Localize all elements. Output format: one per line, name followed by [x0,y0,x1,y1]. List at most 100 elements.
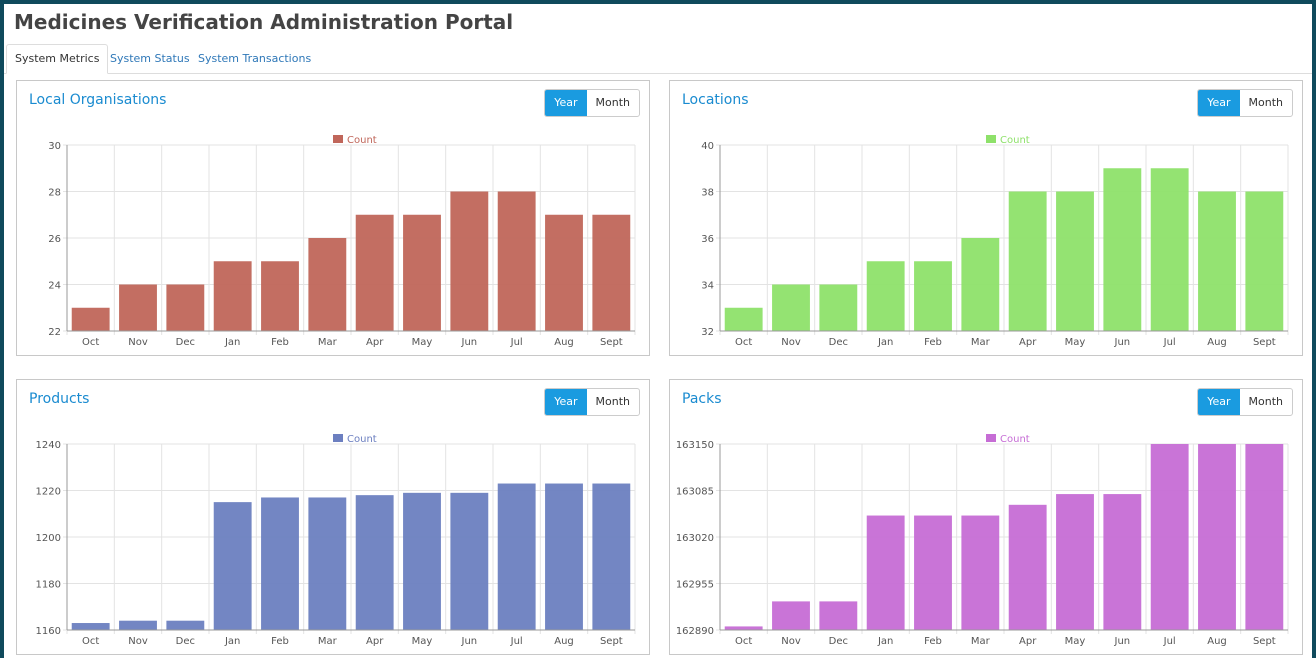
portal-app: Medicines Verification Administration Po… [4,4,1312,658]
y-tick-label: 28 [48,188,61,199]
legend-label: Count [1000,135,1030,146]
x-tick-label: Aug [1207,636,1227,647]
tab-system-metrics[interactable]: System Metrics [6,44,109,74]
x-tick-label: May [1065,636,1086,647]
y-tick-label: 22 [48,327,61,338]
bar [1198,444,1236,630]
bar [1008,191,1047,331]
bar [71,623,110,630]
bar [724,626,763,630]
x-tick-label: Oct [735,337,752,348]
x-tick-label: Apr [366,337,384,348]
x-tick-label: Jun [1114,636,1131,647]
y-tick-label: 1240 [36,440,61,451]
x-tick-label: Jun [461,636,478,647]
bar [1103,168,1142,331]
bar [213,502,252,630]
legend: Count [333,434,377,445]
x-tick-label: Sept [1253,636,1276,647]
bar [914,515,952,630]
bar [592,214,631,331]
tab-system-transactions[interactable]: System Transactions [190,46,319,72]
bar [166,620,205,630]
bar [866,261,905,331]
bar [166,284,205,331]
x-tick-label: Sept [1253,337,1276,348]
bar [1150,168,1189,331]
bar [545,214,583,331]
bar [450,492,489,630]
bar [1056,494,1094,630]
x-tick-label: Apr [1019,337,1037,348]
x-tick-label: Feb [924,337,942,348]
x-tick-label: May [412,636,433,647]
bar [497,483,536,630]
x-tick-label: Jan [877,636,893,647]
bar [914,261,952,331]
x-tick-label: Sept [600,337,623,348]
legend-label: Count [1000,434,1030,445]
x-tick-label: Apr [366,636,384,647]
x-tick-label: Jun [461,337,478,348]
y-tick-label: 163150 [676,440,714,451]
y-tick-label: 30 [48,141,61,152]
bar [1008,504,1047,630]
legend-swatch [333,135,343,143]
x-tick-label: Sept [600,636,623,647]
x-tick-label: Mar [318,636,338,647]
x-tick-label: Aug [1207,337,1227,348]
bar [819,284,858,331]
x-tick-label: Aug [554,337,574,348]
legend-label: Count [347,434,377,445]
x-tick-label: Jan [224,337,240,348]
chart-locations: Count 32 34 36 38 40 Oct Nov Dec Jan Feb Mar Apr May J… [701,135,1289,348]
x-tick-label: Feb [271,337,289,348]
x-tick-label: Nov [128,337,148,348]
y-tick-label: 40 [701,141,714,152]
y-tick-label: 162955 [676,580,714,591]
y-tick-label: 163020 [676,533,714,544]
y-tick-label: 26 [48,234,61,245]
bar [261,261,299,331]
y-tick-label: 34 [701,281,714,292]
bar [119,620,157,630]
y-tick-label: 38 [701,188,714,199]
x-tick-label: Feb [271,636,289,647]
bar [1150,444,1189,630]
legend-swatch [333,434,343,442]
y-tick-label: 162890 [676,626,714,637]
chart-products: Count 1160 1180 1200 1220 1240 Oct Nov Dec Jan Feb… [36,434,636,647]
x-tick-label: Mar [971,636,991,647]
x-tick-label: Oct [735,636,752,647]
bar [308,238,347,331]
chart-packs: Count 162890 162955 163020 163085 163150 Oct No… [676,434,1289,647]
bar [213,261,252,331]
bar [308,497,347,630]
y-tick-label: 32 [701,327,714,338]
y-tick-label: 163085 [676,487,714,498]
tab-system-status[interactable]: System Status [102,46,198,72]
x-tick-label: Dec [829,636,848,647]
bar [866,515,905,630]
bar [497,191,536,331]
chart-local-organisations: Count 22 24 26 28 30 Oct Nov Dec Jan Feb Mar Apr May J… [48,135,636,348]
tab-bar: System Metrics System Status System Tran… [4,40,1312,74]
x-tick-label: Jul [1163,636,1176,647]
bar [772,284,810,331]
x-tick-label: Feb [924,636,942,647]
x-tick-label: Nov [128,636,148,647]
legend: Count [333,135,377,146]
x-tick-label: Oct [82,337,99,348]
bar [403,214,441,331]
x-tick-label: Jul [510,337,523,348]
y-tick-label: 1220 [36,487,61,498]
x-tick-label: Dec [176,636,195,647]
bar [724,307,763,331]
bar [1245,444,1284,630]
x-tick-label: Jan [877,337,893,348]
x-tick-label: May [1065,337,1086,348]
bar [355,495,394,630]
legend-swatch [986,434,996,442]
y-tick-label: 1160 [36,626,61,637]
x-tick-label: Jul [1163,337,1176,348]
